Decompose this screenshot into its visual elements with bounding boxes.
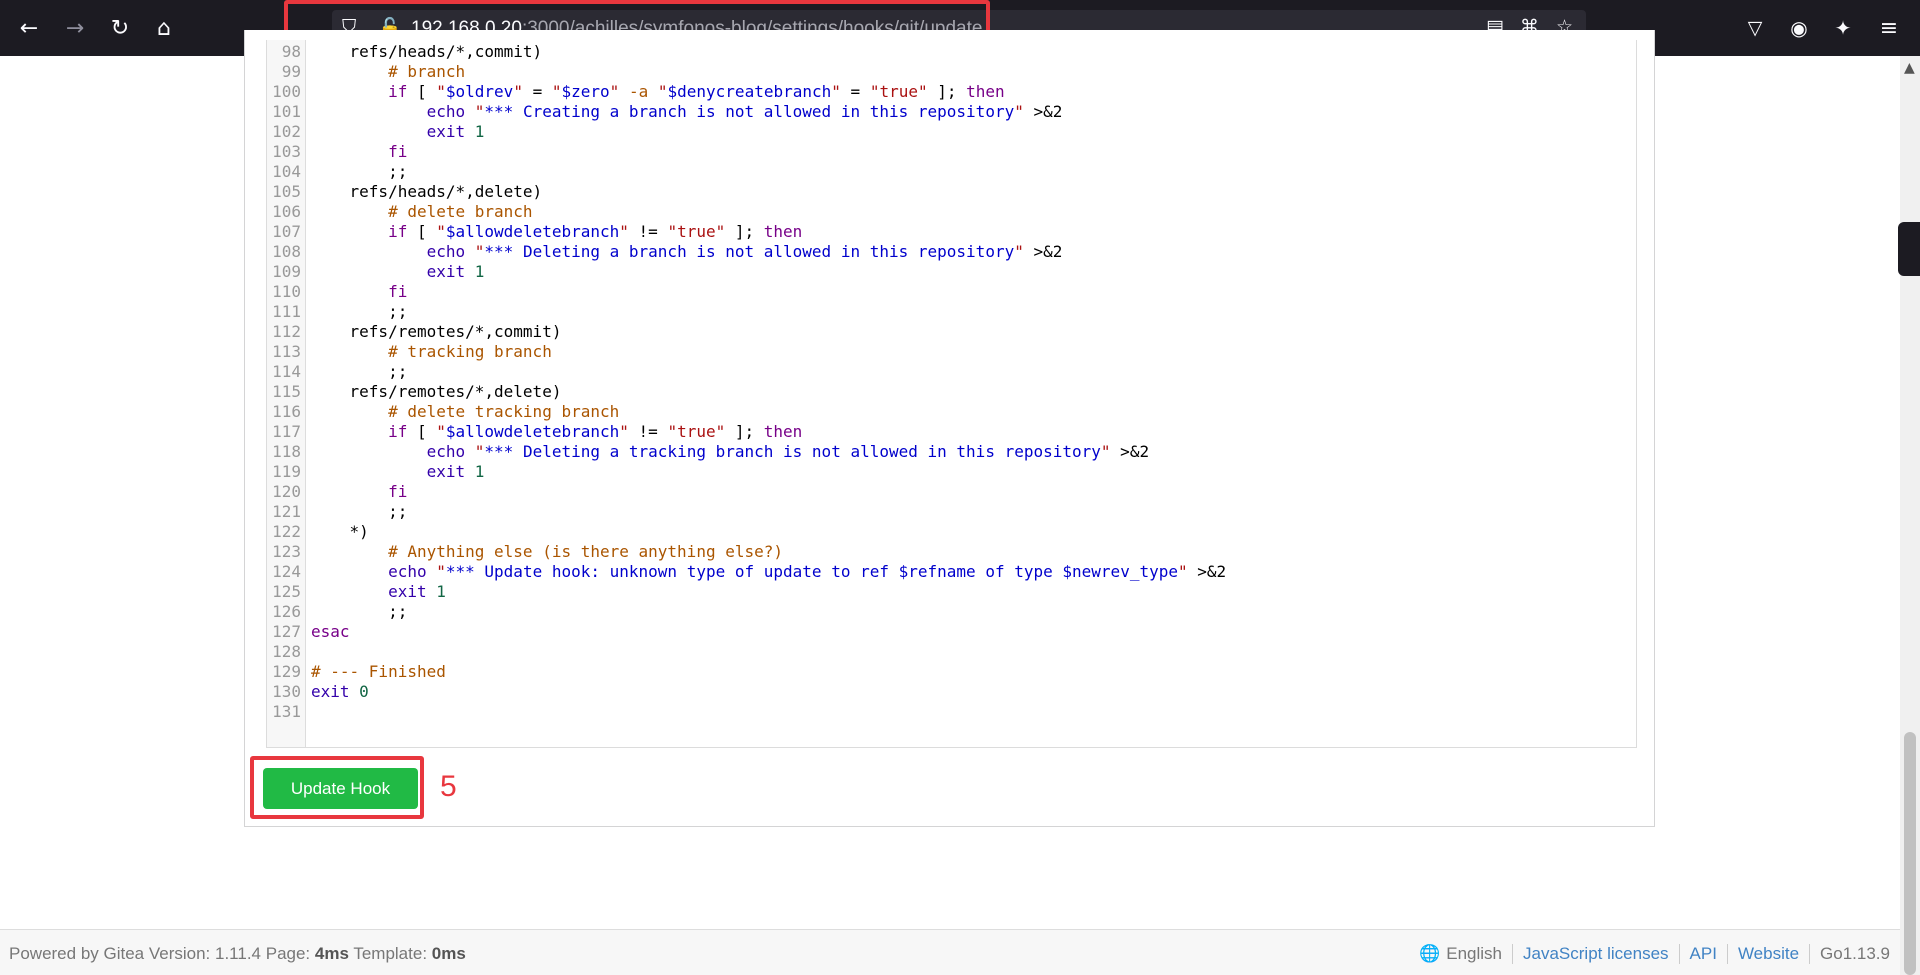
- line-text: ;;: [311, 502, 408, 521]
- line-number: 103: [272, 142, 301, 161]
- line-text: fi: [388, 482, 408, 501]
- line-number: 121: [272, 502, 301, 521]
- line-text: # delete branch: [388, 202, 533, 221]
- line-number: 111: [272, 302, 301, 321]
- line-text: exit 1: [426, 462, 485, 481]
- line-number: 127: [272, 622, 301, 641]
- reload-icon[interactable]: ↻: [101, 9, 139, 47]
- divider: [1726, 944, 1728, 964]
- line-text: # Anything else (is there anything else?…: [388, 542, 784, 561]
- line-text: refs/remotes/*,commit): [311, 322, 562, 341]
- line-number: 107: [272, 222, 301, 241]
- line-number: 108: [272, 242, 301, 261]
- line-text: ;;: [311, 302, 408, 321]
- line-text: echo "*** Update hook: unknown type of u…: [388, 562, 1227, 581]
- line-number: 100: [272, 82, 301, 101]
- line-text: ;;: [311, 362, 408, 381]
- line-number: 104: [272, 162, 301, 181]
- line-number: 106: [272, 202, 301, 221]
- line-number: 116: [272, 402, 301, 421]
- page-time: 4ms: [314, 944, 349, 963]
- account-icon[interactable]: ◉: [1780, 9, 1818, 47]
- divider: [1809, 944, 1811, 964]
- line-text: if [ "$oldrev" = "$zero" -a "$denycreate…: [388, 82, 1005, 101]
- api-link[interactable]: API: [1690, 944, 1717, 964]
- line-number: 125: [272, 582, 301, 601]
- go-version: Go1.13.9: [1820, 944, 1890, 963]
- line-text: exit 0: [311, 682, 369, 701]
- line-number: 129: [272, 662, 301, 681]
- pocket-icon[interactable]: ▽: [1736, 9, 1774, 47]
- line-text: if [ "$allowdeletebranch" != "true" ]; t…: [388, 422, 803, 441]
- footer-links: 🌐 English JavaScript licenses API Websit…: [1419, 944, 1890, 964]
- menu-icon[interactable]: ≡: [1870, 9, 1908, 47]
- line-number: 113: [272, 342, 301, 361]
- language-selector[interactable]: English: [1446, 944, 1502, 964]
- line-text: refs/remotes/*,delete): [311, 382, 562, 401]
- line-text: ;;: [311, 162, 408, 181]
- line-number: 114: [272, 362, 301, 381]
- template-time: 0ms: [431, 944, 466, 963]
- update-hook-button[interactable]: Update Hook: [263, 768, 418, 809]
- line-number: 99: [281, 62, 301, 81]
- line-text: exit 1: [426, 122, 485, 141]
- line-text: esac: [311, 622, 350, 641]
- line-number: 120: [272, 482, 301, 501]
- divider: [1678, 944, 1680, 964]
- back-icon[interactable]: ←: [10, 9, 48, 47]
- line-text: exit 1: [388, 582, 446, 601]
- javascript-licenses-link[interactable]: JavaScript licenses: [1523, 944, 1669, 964]
- line-number: 101: [272, 102, 301, 121]
- line-number: 123: [272, 542, 301, 561]
- extensions-icon[interactable]: ✦: [1824, 9, 1862, 47]
- line-text: refs/heads/*,delete): [311, 182, 543, 201]
- footer: Powered by Gitea Version: 1.11.4 Page: 4…: [0, 929, 1900, 975]
- line-number: 117: [272, 422, 301, 441]
- line-text: echo "*** Creating a branch is not allow…: [426, 102, 1063, 121]
- globe-icon: 🌐: [1419, 944, 1441, 964]
- line-text: ;;: [311, 602, 408, 621]
- line-number: 131: [272, 702, 301, 721]
- footer-version-info: Powered by Gitea Version: 1.11.4 Page: 4…: [9, 944, 466, 964]
- line-text: # delete tracking branch: [388, 402, 620, 421]
- line-number: 102: [272, 122, 301, 141]
- line-number: 112: [272, 322, 301, 341]
- line-text: if [ "$allowdeletebranch" != "true" ]; t…: [388, 222, 803, 241]
- scrollbar-thumb[interactable]: [1904, 732, 1916, 975]
- line-text: echo "*** Deleting a branch is not allow…: [426, 242, 1063, 261]
- website-link[interactable]: Website: [1738, 944, 1799, 964]
- line-number: 126: [272, 602, 301, 621]
- line-text: *): [311, 522, 369, 541]
- line-number: 105: [272, 182, 301, 201]
- line-number: 119: [272, 462, 301, 481]
- line-number: 128: [272, 642, 301, 661]
- line-number: 122: [272, 522, 301, 541]
- line-number: 130: [272, 682, 301, 701]
- code-editor[interactable]: 97 ;;98 refs/heads/*,commit)99 # branch1…: [266, 40, 1637, 748]
- line-text: refs/heads/*,commit): [311, 42, 543, 61]
- line-text: # --- Finished: [311, 662, 446, 681]
- line-number: 109: [272, 262, 301, 281]
- line-number: 98: [281, 42, 301, 61]
- powered-by-text: Powered by Gitea Version: 1.11.4 Page:: [9, 944, 315, 963]
- line-text: # tracking branch: [388, 342, 552, 361]
- line-text: # branch: [388, 62, 466, 81]
- scroll-up-icon[interactable]: ▲: [1904, 60, 1915, 76]
- line-number: 110: [272, 282, 301, 301]
- line-text: fi: [388, 282, 408, 301]
- line-number: 118: [272, 442, 301, 461]
- line-text: fi: [388, 142, 408, 161]
- annotation-number: 5: [440, 770, 457, 803]
- line-number: 124: [272, 562, 301, 581]
- divider: [1512, 944, 1514, 964]
- template-label: Template:: [348, 944, 432, 963]
- line-number: 115: [272, 382, 301, 401]
- home-icon[interactable]: ⌂: [145, 9, 183, 47]
- line-text: exit 1: [426, 262, 485, 281]
- line-text: echo "*** Deleting a tracking branch is …: [426, 442, 1150, 461]
- forward-icon[interactable]: →: [56, 9, 94, 47]
- sidebar-tab[interactable]: [1898, 222, 1920, 276]
